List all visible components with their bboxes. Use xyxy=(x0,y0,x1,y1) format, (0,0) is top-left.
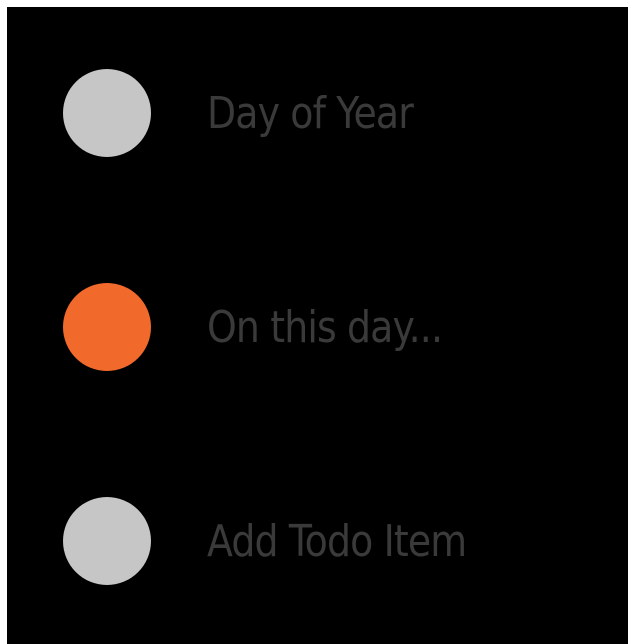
item-indicator-dot xyxy=(63,497,151,585)
item-indicator-dot xyxy=(63,283,151,371)
list-item-add-todo-item[interactable]: Add Todo Item xyxy=(7,485,628,605)
watch-screen: Day of Year On this day... Add Todo Item xyxy=(7,7,628,644)
item-label: Day of Year xyxy=(207,88,414,139)
item-indicator-dot xyxy=(63,69,151,157)
item-label: Add Todo Item xyxy=(207,516,467,567)
list-item-day-of-year[interactable]: Day of Year xyxy=(7,57,628,177)
list-item-on-this-day[interactable]: On this day... xyxy=(7,271,628,391)
item-label: On this day... xyxy=(207,302,443,353)
